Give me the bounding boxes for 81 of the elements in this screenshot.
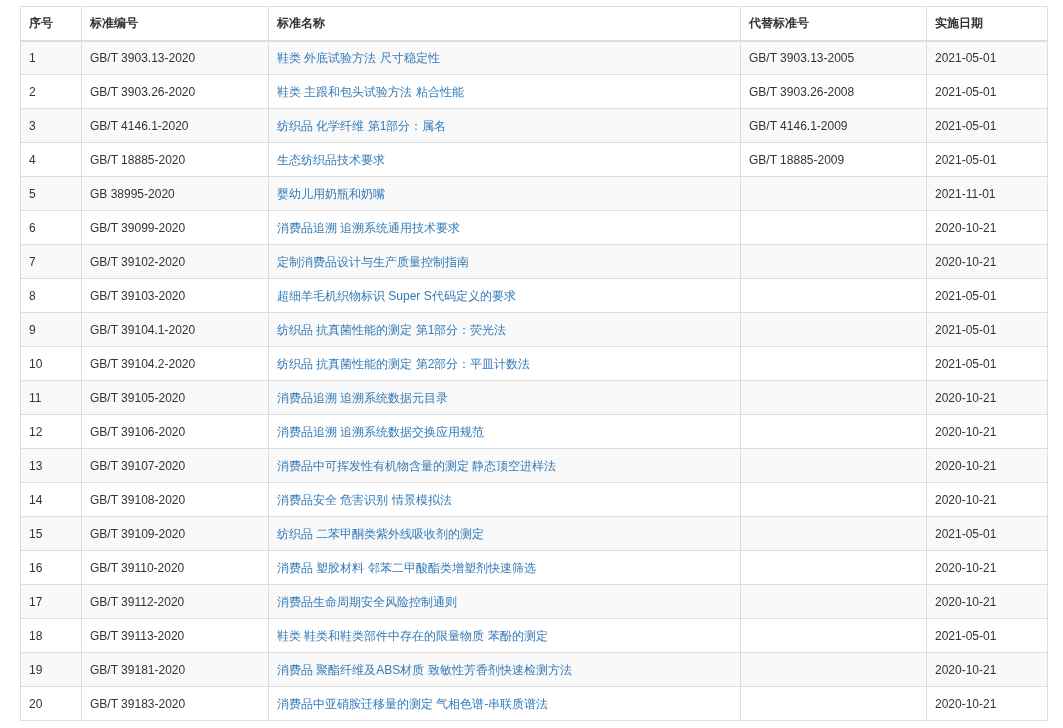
standard-code: GB/T 39106-2020: [81, 414, 269, 449]
row-number: 3: [20, 108, 82, 143]
replaced-standard-code: GB/T 18885-2009: [740, 142, 927, 177]
standard-name-link[interactable]: 消费品追溯 追溯系统数据元目录: [277, 390, 449, 405]
row-number: 20: [20, 686, 82, 721]
standard-code: GB/T 39107-2020: [81, 448, 269, 483]
effective-date: 2021-05-01: [926, 346, 1048, 381]
row-number: 13: [20, 448, 82, 483]
standard-name-link[interactable]: 纺织品 化学纤维 第1部分：属名: [277, 118, 447, 133]
row-number: 15: [20, 516, 82, 551]
standard-code: GB/T 39108-2020: [81, 482, 269, 517]
standard-code: GB/T 39181-2020: [81, 652, 269, 687]
row-number: 7: [20, 244, 82, 279]
effective-date: 2021-05-01: [926, 312, 1048, 347]
standard-code: GB/T 3903.26-2020: [81, 74, 269, 109]
effective-date: 2021-05-01: [926, 40, 1048, 75]
replaced-standard-code: GB/T 4146.1-2009: [740, 108, 927, 143]
row-number: 16: [20, 550, 82, 585]
effective-date: 2020-10-21: [926, 244, 1048, 279]
row-number: 1: [20, 40, 82, 75]
effective-date: 2020-10-21: [926, 210, 1048, 245]
effective-date: 2020-10-21: [926, 380, 1048, 415]
standard-name-link[interactable]: 鞋类 主跟和包头试验方法 粘合性能: [277, 84, 464, 99]
standard-code: GB/T 39110-2020: [81, 550, 269, 585]
replaced-standard-code: GB/T 3903.13-2005: [740, 40, 927, 75]
row-number: 14: [20, 482, 82, 517]
column-header: 标准编号: [81, 6, 269, 41]
row-number: 19: [20, 652, 82, 687]
effective-date: 2021-05-01: [926, 142, 1048, 177]
standard-code: GB/T 39104.2-2020: [81, 346, 269, 381]
standard-code: GB/T 39109-2020: [81, 516, 269, 551]
effective-date: 2020-10-21: [926, 584, 1048, 619]
standard-code: GB/T 39103-2020: [81, 278, 269, 313]
standard-name-link[interactable]: 婴幼儿用奶瓶和奶嘴: [277, 186, 385, 201]
standard-name-link[interactable]: 消费品生命周期安全风险控制通则: [277, 594, 457, 609]
standard-code: GB/T 39104.1-2020: [81, 312, 269, 347]
column-header: 序号: [20, 6, 82, 41]
column-header: 实施日期: [926, 6, 1048, 41]
standard-name-link[interactable]: 消费品追溯 追溯系统通用技术要求: [277, 220, 461, 235]
row-number: 10: [20, 346, 82, 381]
row-number: 5: [20, 176, 82, 211]
effective-date: 2021-11-01: [926, 176, 1048, 211]
row-number: 9: [20, 312, 82, 347]
effective-date: 2020-10-21: [926, 550, 1048, 585]
effective-date: 2020-10-21: [926, 686, 1048, 721]
row-number: 17: [20, 584, 82, 619]
row-number: 12: [20, 414, 82, 449]
replaced-standard-code: GB/T 3903.26-2008: [740, 74, 927, 109]
column-header: 代替标准号: [740, 6, 927, 41]
standard-code: GB/T 39112-2020: [81, 584, 269, 619]
effective-date: 2020-10-21: [926, 448, 1048, 483]
standard-name-link[interactable]: 生态纺织品技术要求: [277, 152, 385, 167]
effective-date: 2020-10-21: [926, 482, 1048, 517]
effective-date: 2021-05-01: [926, 74, 1048, 109]
column-header: 标准名称: [268, 6, 741, 41]
standard-code: GB/T 4146.1-2020: [81, 108, 269, 143]
standard-code: GB/T 39102-2020: [81, 244, 269, 279]
standard-name-link[interactable]: 纺织品 二苯甲酮类紫外线吸收剂的测定: [277, 526, 485, 541]
row-number: 6: [20, 210, 82, 245]
standard-name-link[interactable]: 消费品追溯 追溯系统数据交换应用规范: [277, 424, 485, 439]
effective-date: 2021-05-01: [926, 618, 1048, 653]
row-number: 8: [20, 278, 82, 313]
row-number: 18: [20, 618, 82, 653]
row-number: 11: [20, 380, 82, 415]
effective-date: 2020-10-21: [926, 652, 1048, 687]
standard-code: GB 38995-2020: [81, 176, 269, 211]
effective-date: 2021-05-01: [926, 278, 1048, 313]
standard-code: GB/T 39105-2020: [81, 380, 269, 415]
standard-code: GB/T 18885-2020: [81, 142, 269, 177]
effective-date: 2021-05-01: [926, 516, 1048, 551]
row-number: 4: [20, 142, 82, 177]
effective-date: 2021-05-01: [926, 108, 1048, 143]
standard-code: GB/T 3903.13-2020: [81, 40, 269, 75]
standard-code: GB/T 39113-2020: [81, 618, 269, 653]
standard-name-link[interactable]: 消费品安全 危害识别 情景模拟法: [277, 492, 452, 507]
standard-code: GB/T 39099-2020: [81, 210, 269, 245]
standard-name-link[interactable]: 鞋类 外底试验方法 尺寸稳定性: [277, 50, 440, 65]
row-number: 2: [20, 74, 82, 109]
standard-name-link[interactable]: 定制消费品设计与生产质量控制指南: [277, 254, 469, 269]
standard-code: GB/T 39183-2020: [81, 686, 269, 721]
effective-date: 2020-10-21: [926, 414, 1048, 449]
